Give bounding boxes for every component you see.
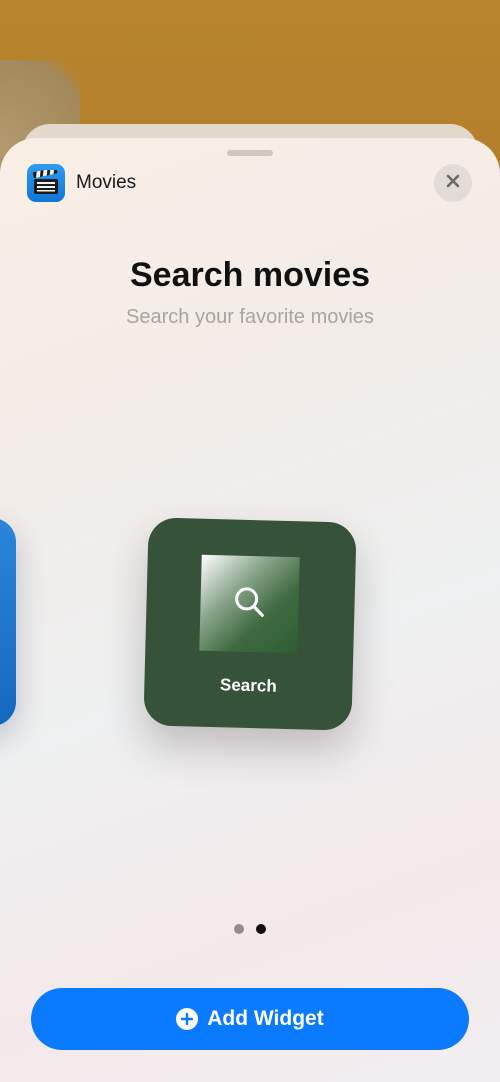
add-widget-button[interactable]: Add Widget bbox=[31, 988, 469, 1050]
app-name: Movies bbox=[76, 172, 137, 193]
clapperboard-icon bbox=[27, 164, 65, 202]
widget-image bbox=[199, 554, 300, 654]
search-icon bbox=[231, 583, 268, 625]
widget-label: Search bbox=[219, 675, 277, 696]
plus-circle-icon bbox=[176, 1008, 199, 1030]
add-widget-label: Add Widget bbox=[207, 1007, 324, 1030]
search-widget-preview[interactable]: Search bbox=[143, 517, 357, 731]
sheet-grabber[interactable] bbox=[227, 150, 273, 156]
close-icon bbox=[445, 173, 461, 194]
page-dot-1[interactable] bbox=[234, 924, 244, 934]
page-subtitle: Search your favorite movies bbox=[126, 306, 374, 328]
app-header: Movies bbox=[27, 164, 136, 202]
close-button[interactable] bbox=[434, 164, 472, 202]
page-dot-2-active[interactable] bbox=[256, 924, 266, 934]
page-title: Search movies bbox=[129, 256, 371, 294]
previous-widget-preview[interactable] bbox=[0, 518, 16, 726]
page-indicator[interactable] bbox=[0, 924, 500, 934]
widget-gallery-sheet: Movies Search movies Search your favorit… bbox=[0, 138, 500, 1082]
